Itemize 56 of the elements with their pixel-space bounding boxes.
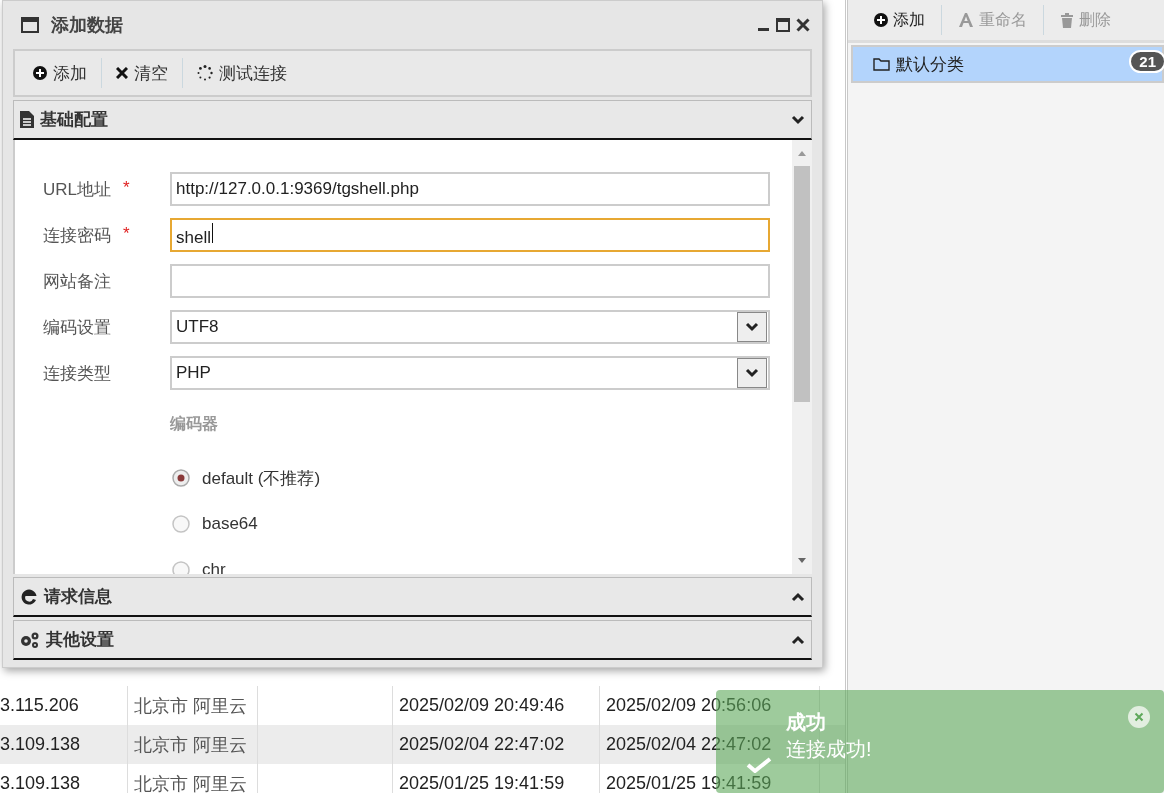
plus-circle-icon [33,66,47,80]
section-title: 其他设置 [46,629,115,651]
toolbar-button[interactable]: 添加 [27,57,93,89]
close-icon[interactable] [796,18,810,32]
field-label: URL地址 [43,178,111,201]
toolbar-button[interactable]: 添加 [866,5,933,35]
input-field[interactable]: http://127.0.0.1:9369/tgshell.php [170,172,770,206]
spinner-icon [197,65,213,81]
chevron-up-icon[interactable] [791,591,805,602]
table-cell: 北京市 阿里云 [128,725,258,764]
chevron-down-icon [745,368,759,378]
section-title: 请求信息 [44,586,113,608]
field-label: 编码设置 [43,316,111,339]
chevron-down-icon[interactable] [791,114,805,125]
plus-circle-icon [874,13,888,27]
toolbar-button[interactable]: 测试连接 [191,57,293,89]
dropdown[interactable]: UTF8 [170,310,770,344]
table-cell: 2025/01/25 19:41:59 [393,764,600,793]
section-title: 基础配置 [40,109,109,131]
close-icon [116,67,128,79]
input-field[interactable]: shell [170,218,770,252]
trash-icon [1060,12,1074,28]
table-cell: 北京市 阿里云 [128,764,258,793]
chevron-up-icon[interactable] [791,634,805,645]
category-item[interactable]: 默认分类 21 [851,45,1164,83]
group-title: 编码器 [170,414,219,434]
window-title: 添加数据 [51,14,124,37]
category-label: 默认分类 [896,53,964,76]
table-cell: 2025/02/04 22:47:02 [393,725,600,764]
required-mark: * [123,223,130,245]
maximize-icon[interactable] [776,18,790,32]
gears-icon [20,631,40,648]
section-header[interactable]: 其他设置 [13,620,812,660]
dropdown[interactable]: PHP [170,356,770,390]
toast-message: 连接成功! [786,736,872,762]
count-badge: 21 [1129,50,1164,73]
document-icon [20,111,34,128]
section-header[interactable]: 基础配置 [13,100,812,140]
field-label: 连接密码 [43,224,111,247]
checkmark-icon [746,757,772,773]
folder-icon [873,57,890,71]
browser-e-icon [20,587,38,606]
letter-icon [958,12,974,28]
chevron-down-icon [745,322,759,332]
table-cell: 3.109.138 [0,725,128,764]
radio-option[interactable]: base64 [170,501,792,547]
input-field[interactable] [170,264,770,298]
table-cell: 3.109.138 [0,764,128,793]
radio-option[interactable]: default (不推荐) [170,455,792,501]
section-header[interactable]: 请求信息 [13,577,812,617]
field-label: 网站备注 [43,270,111,293]
field-label: 连接类型 [43,362,111,385]
required-mark: * [123,177,130,199]
toolbar-button[interactable]: 清空 [110,57,174,89]
toast-title: 成功 [786,709,827,735]
window-icon [21,17,39,33]
